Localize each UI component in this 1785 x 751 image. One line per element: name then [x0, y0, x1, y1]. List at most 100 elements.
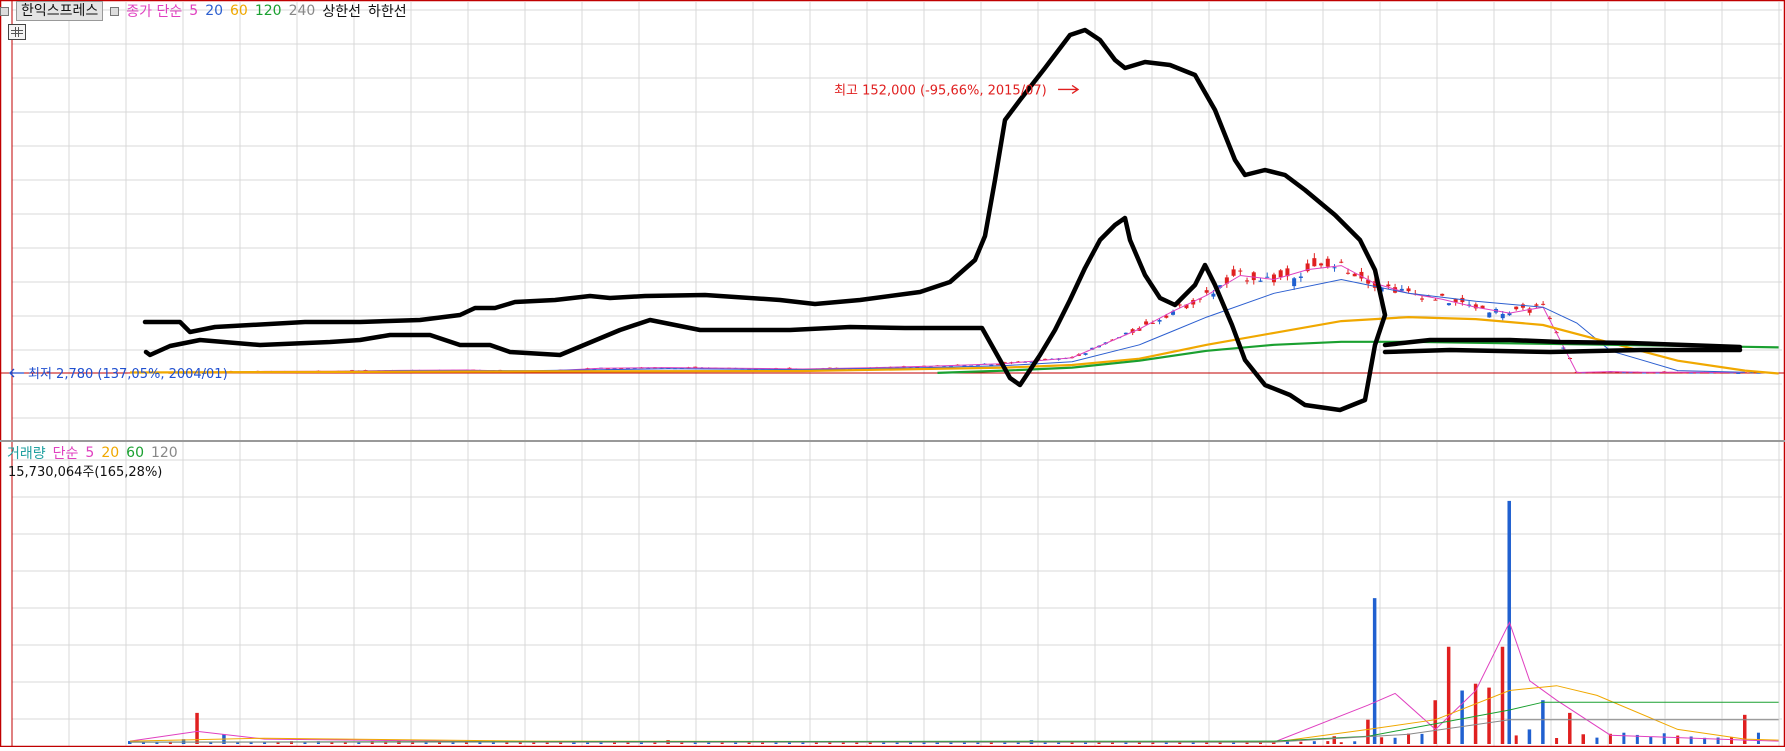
candle-body	[1319, 263, 1324, 266]
panel-collapse-icon[interactable]	[0, 6, 9, 16]
ma-240-label[interactable]: 240	[289, 3, 316, 19]
volume-ma-60-line	[129, 701, 1779, 743]
volume-bar	[1339, 742, 1343, 744]
volume-bar	[989, 742, 993, 744]
volume-bar	[1730, 736, 1734, 744]
volume-ma-60-label[interactable]: 60	[126, 445, 144, 461]
volume-bar	[1756, 732, 1760, 744]
volume-bar	[1151, 742, 1155, 744]
candle-body	[1083, 353, 1088, 355]
candle-body	[1534, 304, 1539, 306]
volume-bar	[263, 742, 267, 744]
volume-bar	[1541, 700, 1545, 744]
volume-bar	[1581, 734, 1585, 744]
volume-bar	[1326, 741, 1330, 744]
volume-bars	[128, 500, 1760, 744]
volume-ma-120-label[interactable]: 120	[151, 445, 178, 461]
volume-bar	[1473, 683, 1478, 744]
candle-body	[1312, 258, 1317, 267]
low-price-annotation: 최저 2,780 (137,05%, 2004/01)	[28, 367, 228, 382]
candle-body	[1157, 320, 1162, 322]
volume-bar	[1622, 732, 1626, 744]
candle-body	[1251, 272, 1256, 281]
volume-bar	[1353, 741, 1357, 744]
candle-body	[1446, 303, 1451, 306]
candle-body	[1433, 299, 1438, 301]
price-legend: 한익스프레스 종가 단순 5 20 60 120 240 상한선 하한선	[0, 0, 407, 22]
table-grid-icon[interactable]	[8, 24, 26, 40]
volume-bar	[653, 742, 657, 744]
volume-bar	[357, 742, 361, 744]
volume-bar	[1460, 690, 1464, 744]
volume-bar	[1662, 733, 1666, 744]
low-arrow-icon	[9, 368, 24, 378]
volume-legend: 거래량 단순 5 20 60 120	[0, 443, 178, 463]
ma-120-label[interactable]: 120	[255, 3, 282, 19]
volume-bar	[1433, 700, 1437, 744]
stock-chart: 최고 152,000 (-95,66%, 2015/07) 최저 2,780 (1…	[0, 0, 1785, 748]
ma-120-line	[937, 340, 1779, 374]
volume-bar	[1372, 598, 1377, 744]
volume-ma-20-line	[129, 685, 1779, 743]
volume-bar	[1595, 737, 1599, 744]
candle-body	[1278, 270, 1283, 278]
high-price-annotation: 최고 152,000 (-95,66%, 2015/07)	[834, 83, 1047, 98]
candle-body	[1238, 270, 1243, 272]
ma-20-label[interactable]: 20	[205, 3, 223, 19]
high-arrow-icon	[1058, 84, 1080, 94]
volume-bar	[1527, 729, 1532, 744]
candle-body	[1420, 298, 1424, 300]
volume-bar	[1407, 733, 1411, 744]
overlay-tail-upper	[1382, 337, 1743, 350]
candle-body	[1345, 272, 1350, 274]
volume-ma-20-label[interactable]: 20	[101, 445, 119, 461]
candle-body	[1352, 273, 1357, 277]
indicator-toggle-icon[interactable]	[110, 6, 120, 16]
volume-bar	[1332, 736, 1337, 744]
candle-body	[1271, 274, 1276, 283]
volume-bar	[1676, 735, 1680, 744]
current-volume-readout: 15,730,064주(165,28%)	[8, 465, 163, 480]
candle-body	[1406, 288, 1411, 292]
stock-name-button[interactable]: 한익스프레스	[16, 1, 104, 21]
volume-bar	[1568, 712, 1572, 744]
overlay-tail-lower	[1382, 347, 1743, 355]
candle-body	[1211, 293, 1216, 297]
ma-60-label[interactable]: 60	[230, 3, 248, 19]
volume-bar	[962, 742, 966, 744]
ma-5-label[interactable]: 5	[189, 3, 198, 19]
volume-label[interactable]: 거래량	[7, 443, 46, 463]
volume-bar	[1380, 737, 1384, 744]
volume-bar	[1366, 719, 1370, 744]
candles	[128, 253, 1761, 374]
volume-bar	[1420, 733, 1424, 744]
candle-body	[1204, 290, 1209, 293]
candle-body	[1332, 267, 1337, 269]
chart-canvas: 최고 152,000 (-95,66%, 2015/07) 최저 2,780 (1…	[0, 0, 1785, 748]
volume-bar	[949, 742, 953, 744]
volume-bar	[478, 742, 482, 744]
candle-body	[1440, 293, 1445, 296]
candle-body	[1386, 284, 1391, 287]
volume-bar	[1555, 737, 1559, 744]
volume-bar	[909, 742, 913, 744]
candle-body	[1265, 276, 1270, 278]
candle-body	[1514, 306, 1519, 310]
upper-limit-label[interactable]: 상한선	[322, 1, 361, 21]
volume-bar	[1016, 742, 1020, 744]
candle-body	[1292, 278, 1297, 287]
volume-ma-label[interactable]: 단순	[53, 443, 79, 463]
ma-label[interactable]: 종가 단순	[126, 1, 182, 21]
volume-bar	[1299, 741, 1303, 744]
volume-bar	[1003, 742, 1007, 744]
grid	[11, 2, 1782, 746]
lower-limit-label[interactable]: 하한선	[368, 1, 407, 21]
candle-body	[1258, 280, 1263, 282]
volume-bar	[1110, 742, 1114, 744]
volume-bar	[1514, 735, 1518, 744]
candle-body	[1736, 372, 1741, 374]
volume-ma-5-label[interactable]: 5	[85, 445, 94, 461]
candle-body	[1298, 276, 1303, 278]
candle-body	[1231, 269, 1236, 276]
candle-body	[1541, 303, 1546, 305]
